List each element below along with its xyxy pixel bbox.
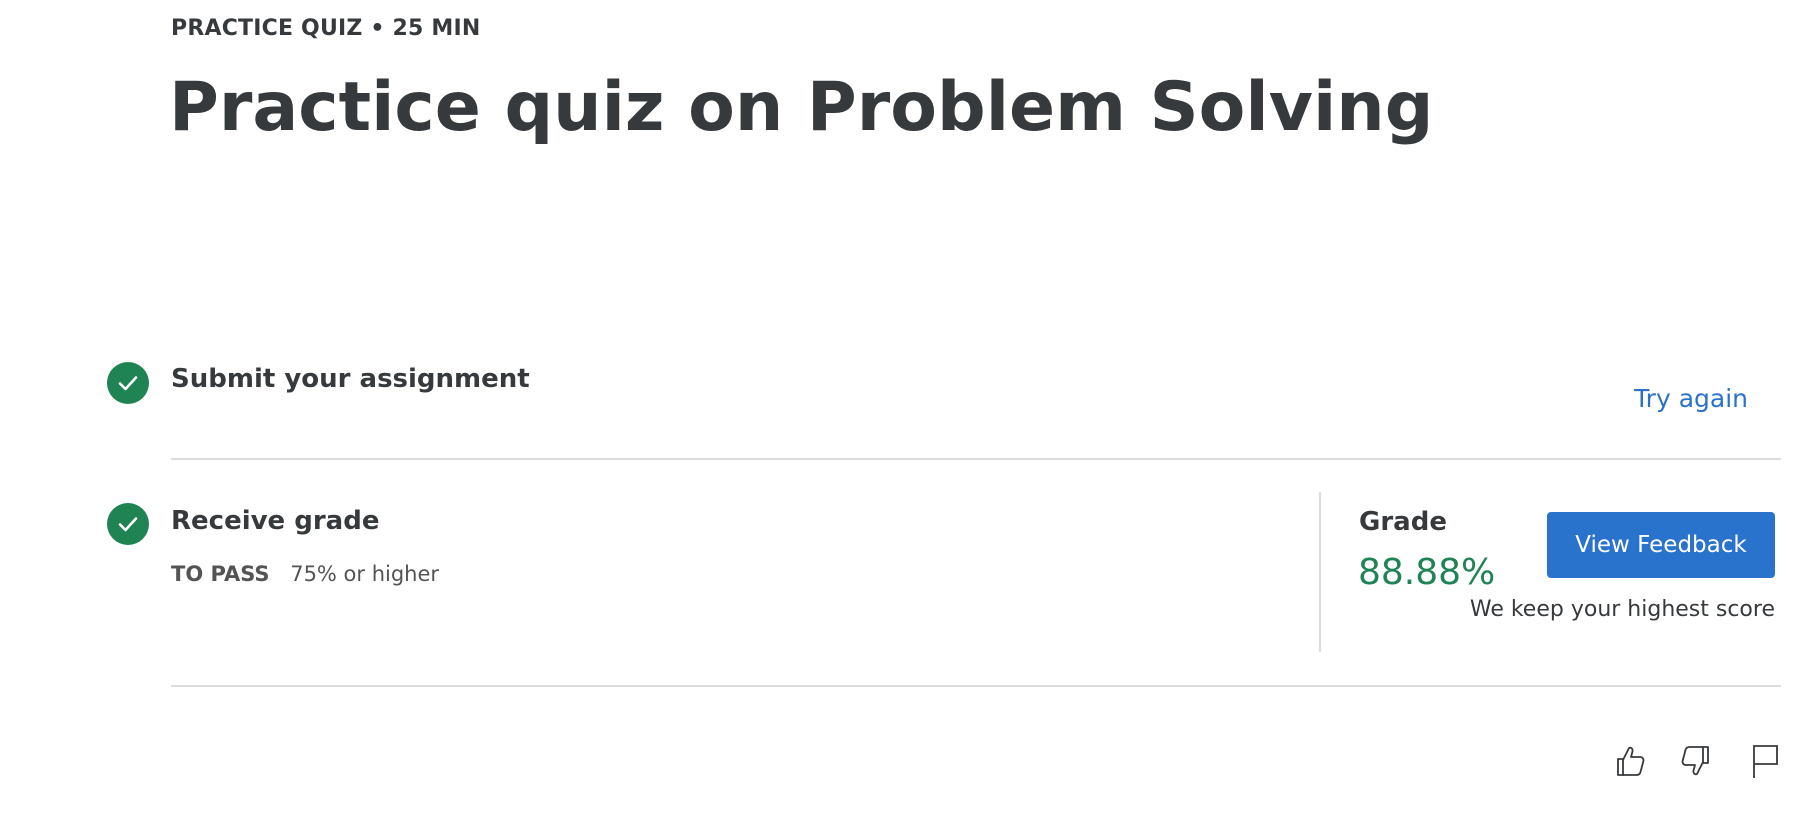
grade-value: 88.88% [1358, 552, 1496, 593]
divider-top [171, 458, 1781, 460]
check-circle-icon [118, 517, 138, 532]
try-again-link[interactable]: Try again [1634, 384, 1748, 413]
grade-label: Grade [1359, 507, 1447, 537]
report-button[interactable] [1742, 738, 1788, 784]
like-button[interactable] [1606, 738, 1652, 784]
step-grade-status [107, 503, 149, 545]
thumbs-up-icon [1617, 746, 1645, 776]
pass-requirement: TO PASS 75% or higher [171, 562, 439, 586]
feedback-actions [1606, 738, 1788, 784]
thumbs-down-icon [1681, 746, 1709, 776]
pass-value: 75% or higher [290, 562, 440, 586]
step-grade-heading: Receive grade [171, 506, 380, 536]
divider-bottom [171, 685, 1781, 687]
grade-divider [1319, 492, 1321, 652]
flag-icon [1753, 745, 1778, 778]
step-submit-status [107, 362, 149, 404]
highest-score-note: We keep your highest score [1469, 597, 1775, 622]
pass-label: TO PASS [171, 562, 270, 586]
step-submit-heading: Submit your assignment [171, 364, 530, 394]
eyebrow: PRACTICE QUIZ • 25 MIN [171, 16, 481, 41]
page-title: Practice quiz on Problem Solving [169, 68, 1434, 147]
view-feedback-button[interactable]: View Feedback [1547, 512, 1775, 578]
dislike-button[interactable] [1674, 738, 1720, 784]
check-circle-icon [118, 376, 138, 391]
